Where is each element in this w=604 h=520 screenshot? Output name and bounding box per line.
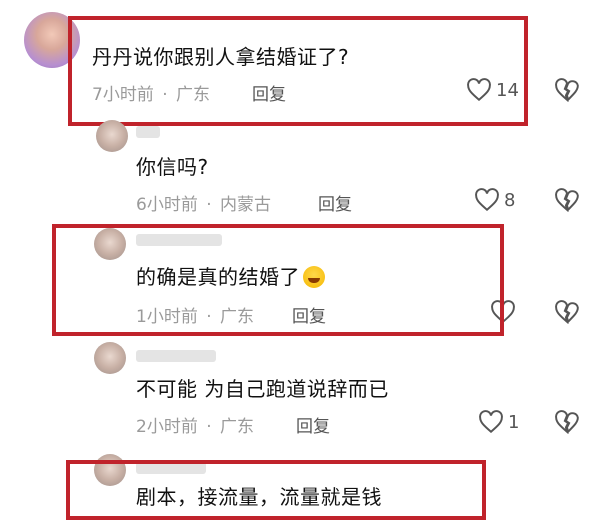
meta-separator: · [206,307,212,327]
heart-outline-icon [467,78,491,102]
comment-text: 剧本，接流量，流量就是钱 [136,485,382,509]
comment-time: 2小时前 [136,417,198,437]
username[interactable] [136,350,216,362]
comment-meta: 7小时前 · 广东 [92,80,210,105]
username[interactable] [136,462,206,474]
comment-text: 丹丹说你跟别人拿结婚证了? [92,45,350,69]
avatar[interactable] [94,228,126,260]
dislike-button[interactable] [554,410,580,438]
heart-outline-icon [491,300,515,324]
comment-location: 广东 [220,307,255,327]
comment-text: 不可能 为自己跑道说辞而已 [136,377,389,401]
laughing-crying-emoji-icon [303,266,325,288]
comment-time: 6小时前 [136,195,198,215]
reply-button[interactable]: 回复 [252,80,286,105]
highlight-box [68,16,528,126]
comment-location: 内蒙古 [220,195,272,215]
reply-button[interactable]: 回复 [296,412,330,437]
reply-button[interactable]: 回复 [318,190,352,215]
avatar[interactable] [94,342,126,374]
reply-button[interactable]: 回复 [292,302,326,327]
avatar[interactable] [24,12,80,68]
avatar[interactable] [94,454,126,486]
like-count: 14 [496,79,519,101]
comment-text: 你信吗? [136,155,209,179]
broken-heart-icon [555,410,579,435]
like-button[interactable]: 14 [466,78,519,102]
like-button[interactable] [490,300,516,324]
username[interactable] [136,126,160,138]
comment-text-content: 的确是真的结婚了 [136,265,300,289]
broken-heart-icon [555,78,579,103]
comment-meta: 6小时前 · 内蒙古 [136,190,271,215]
avatar[interactable] [96,120,128,152]
like-count: 1 [508,411,520,433]
meta-separator: · [206,417,212,437]
meta-separator: · [206,195,212,215]
comment-meta: 2小时前 · 广东 [136,412,254,437]
comment-time: 1小时前 [136,307,198,327]
username[interactable] [136,234,222,246]
broken-heart-icon [555,188,579,213]
comment-location: 广东 [176,85,211,105]
dislike-button[interactable] [554,188,580,216]
meta-separator: · [162,85,168,105]
heart-outline-icon [475,188,499,212]
comment-location: 广东 [220,417,255,437]
comment-time: 7小时前 [92,85,154,105]
dislike-button[interactable] [554,78,580,106]
broken-heart-icon [555,300,579,325]
comment-meta: 1小时前 · 广东 [136,302,254,327]
heart-outline-icon [479,410,503,434]
like-count: 8 [504,189,516,211]
dislike-button[interactable] [554,300,580,328]
like-button[interactable]: 1 [478,410,519,434]
like-button[interactable]: 8 [474,188,515,212]
comment-text: 的确是真的结婚了 [136,264,325,290]
